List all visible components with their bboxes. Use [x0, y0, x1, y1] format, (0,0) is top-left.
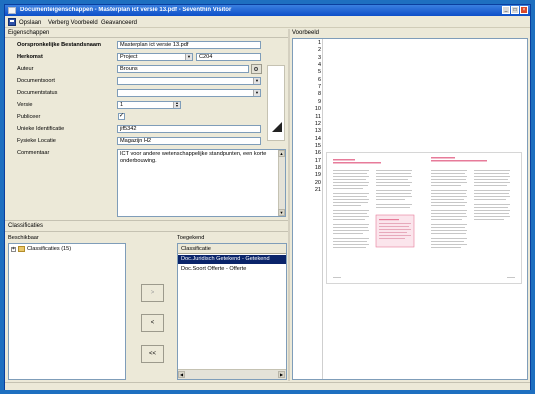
save-icon[interactable] [8, 18, 16, 26]
available-label: Beschikbaar [8, 235, 39, 241]
physical-location-field[interactable]: Magazijn H2 [117, 137, 261, 145]
line-number: 7 [317, 84, 321, 91]
original-filename-label: Oorspronkelijke Bestandsnaam [17, 42, 101, 48]
chevron-down-icon[interactable]: ▼ [185, 54, 192, 60]
assign-button[interactable]: > [141, 284, 164, 302]
assigned-label: Toegekend [177, 235, 205, 241]
original-filename-field[interactable]: Masterplan ict versie 13.pdf [117, 41, 261, 49]
assigned-list[interactable]: Classificatie Doc.Juridisch Getekend - G… [177, 243, 287, 380]
assigned-item[interactable]: Doc.Soort Offerte - Offerte [178, 265, 286, 274]
advanced-button[interactable]: Geavanceerd [101, 19, 137, 27]
line-number: 14 [314, 135, 321, 142]
author-field[interactable]: Brouns [117, 65, 249, 73]
divider [5, 37, 288, 38]
line-number: 21 [314, 187, 321, 193]
document-properties-window: Documenteigenschappen - Masterplan ict v… [4, 4, 531, 390]
line-number: 8 [317, 91, 321, 98]
save-button[interactable]: Opslaan [19, 19, 41, 27]
origin-label: Herkomst [17, 54, 43, 60]
line-number: 1 [317, 40, 321, 46]
line-number-gutter: 1 2 3 4 5 6 7 8 9 10 11 12 13 14 15 16 17 18 19 20 21 [293, 39, 323, 379]
stepper-arrows-icon[interactable]: ▲ ▼ [173, 101, 180, 108]
left-pane: Eigenschappen Oorspronkelijke Bestandsna… [5, 29, 288, 381]
line-number: 20 [314, 179, 321, 186]
comment-label: Commentaar [17, 150, 50, 156]
line-number: 13 [314, 128, 321, 135]
app-icon [8, 7, 16, 14]
line-number: 10 [314, 106, 321, 113]
version-value: 1 [120, 102, 124, 108]
expand-icon[interactable]: + [11, 247, 16, 252]
minimize-button[interactable]: _ [502, 6, 510, 14]
publish-label: Publiceer [17, 114, 41, 120]
line-number: 6 [317, 76, 321, 83]
unassign-all-button[interactable]: << [141, 345, 164, 363]
origin-select-value: Project [120, 54, 138, 60]
scroll-left-icon[interactable]: ◀ [178, 371, 185, 378]
divider [5, 220, 288, 221]
publish-checkbox[interactable]: ✓ [118, 113, 125, 120]
scroll-down-icon[interactable]: ▼ [278, 209, 285, 216]
maximize-button[interactable]: □ [511, 6, 519, 14]
document-page[interactable] [326, 152, 522, 284]
author-label: Auteur [17, 66, 34, 72]
version-stepper[interactable]: 1 ▲ ▼ [117, 101, 181, 109]
assigned-column-header[interactable]: Classificatie [178, 244, 286, 254]
line-number: 17 [314, 157, 321, 164]
origin-select[interactable]: Project ▼ [117, 53, 193, 61]
doctype-select[interactable]: ▼ [117, 77, 261, 85]
line-number: 12 [314, 120, 321, 127]
assigned-item-selected[interactable]: Doc.Juridisch Getekend - Getekend [178, 255, 286, 264]
hide-preview-button[interactable]: Verberg Voorbeeld [48, 19, 98, 27]
docstatus-label: Documentstatus [17, 90, 58, 96]
line-number: 3 [317, 54, 321, 61]
close-button[interactable]: × [520, 6, 528, 14]
window-title: Documenteigenschappen - Masterplan ict v… [20, 7, 232, 13]
line-number: 5 [317, 69, 321, 76]
author-lookup-button[interactable] [251, 64, 262, 74]
properties-group-title: Eigenschappen [8, 30, 50, 36]
tree-item-classifications[interactable]: Classificaties (15) [27, 245, 71, 253]
origin-code-field[interactable]: C204 [196, 53, 261, 61]
line-number: 15 [314, 142, 321, 149]
line-number: 2 [317, 47, 321, 54]
scroll-up-icon[interactable]: ▲ [278, 150, 285, 157]
comment-text: ICT voor andere wetenschappelijke standp… [120, 151, 267, 164]
physical-location-label: Fysieke Locatie [17, 138, 56, 144]
line-number: 4 [317, 62, 321, 69]
available-tree[interactable]: + Classificaties (15) [8, 243, 126, 380]
classification-group-title: Classificaties [8, 223, 44, 229]
preview-pane: Voorbeeld 1 2 3 4 5 6 7 8 9 10 11 12 13 14 15 16 17 18 19 2… [289, 29, 530, 381]
version-label: Versie [17, 102, 33, 108]
status-bar [5, 382, 530, 390]
search-icon [254, 67, 258, 71]
docstatus-select[interactable]: ▼ [117, 89, 261, 97]
unassign-button[interactable]: < [141, 314, 164, 332]
line-number: 16 [314, 150, 321, 157]
preview-group-title: Voorbeeld [292, 30, 320, 36]
document-page-render [333, 157, 515, 278]
unique-id-label: Unieke Identificatie [17, 126, 65, 132]
line-number: 11 [315, 113, 321, 120]
line-number: 9 [317, 98, 321, 105]
line-number: 19 [314, 172, 321, 179]
chevron-down-icon[interactable]: ▼ [253, 78, 260, 84]
comment-textarea[interactable]: ICT voor andere wetenschappelijke standp… [117, 149, 286, 217]
comment-scrollbar[interactable]: ▲ ▼ [278, 150, 285, 216]
line-number: 18 [314, 164, 321, 171]
scroll-right-icon[interactable]: ▶ [278, 371, 285, 378]
thumbnail-panel [267, 65, 285, 141]
unique-id-field[interactable]: jif5342 [117, 125, 261, 133]
title-bar[interactable]: Documenteigenschappen - Masterplan ict v… [5, 5, 530, 16]
chevron-down-icon[interactable]: ▼ [253, 90, 260, 96]
resize-grip-icon [272, 122, 282, 132]
folder-icon [18, 246, 25, 252]
preview-viewer[interactable]: 1 2 3 4 5 6 7 8 9 10 11 12 13 14 15 16 17 18 19 20 21 [292, 38, 528, 380]
divider [5, 231, 288, 232]
toolbar: Opslaan Verberg Voorbeeld Geavanceerd [5, 17, 530, 28]
assigned-hscrollbar[interactable]: ◀ ▶ [178, 369, 286, 379]
doctype-label: Documentsoort [17, 78, 55, 84]
